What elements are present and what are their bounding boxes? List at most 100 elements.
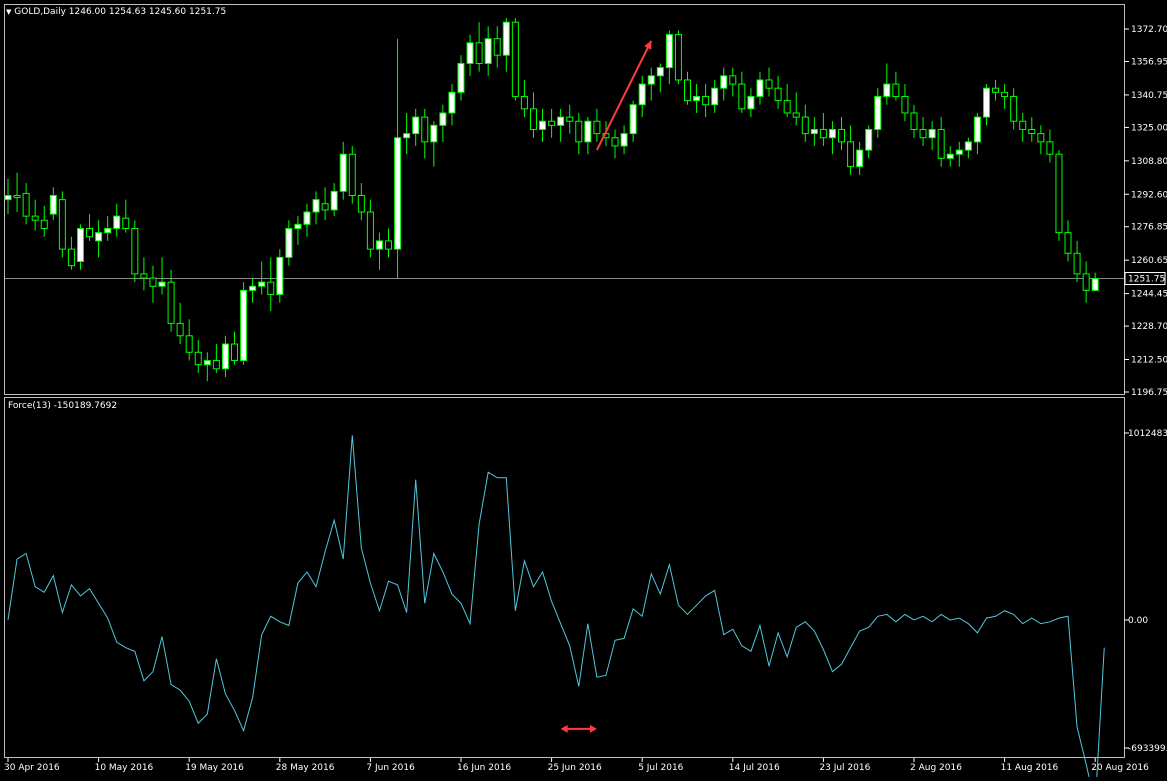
candle-body [838,128,846,143]
candle-body [1073,252,1081,275]
candle [693,84,701,113]
candle [421,108,429,159]
candle-body [484,38,492,64]
time-tick-label: 30 Apr 2016 [4,763,60,773]
candle-body [31,215,39,221]
price-tick-label: 1244.45 [1131,290,1167,300]
symbol-header: ▼ GOLD,Daily 1246.00 1254.63 1245.60 125… [6,7,226,17]
candle-body [357,194,365,213]
candle-body [1064,232,1072,254]
candle [285,220,293,266]
price-pane-border [4,4,1125,395]
time-tick-label: 19 May 2016 [185,763,244,773]
candle [847,125,855,175]
candle [801,104,809,142]
current-price-label: 1251.75 [1128,275,1165,285]
candle-body [946,153,954,159]
candle [828,121,836,155]
candle-body [1028,128,1036,135]
candle [1001,84,1009,109]
candle [176,302,184,345]
candle [339,141,347,200]
candle [267,257,275,312]
double-arrow-head-right [589,724,597,733]
candle [964,137,972,159]
price-tick-label: 1228.70 [1131,322,1167,332]
candle [31,199,39,231]
candle [883,63,891,105]
candle [194,339,202,373]
candle-body [1019,120,1027,130]
chart-canvas[interactable]: 1372.70 1356.95 1340.75 1325.00 1308.80 1292.… [0,0,1167,781]
candle [865,125,873,159]
candle-body [711,87,719,106]
candle [665,30,673,85]
candle [40,205,48,237]
candle-body [792,112,800,118]
time-tick-label: 11 Aug 2016 [1001,763,1059,773]
candle [203,352,211,382]
candle-body [955,149,963,155]
candle [439,104,447,142]
time-tick-label: 14 Jul 2016 [729,763,780,773]
candle-body [249,285,257,291]
dropdown-triangle-icon[interactable]: ▼ [6,8,11,16]
candle-body [611,137,619,147]
candle [1028,117,1036,142]
time-tick-label: 2 Aug 2016 [910,763,962,773]
candle [294,216,302,246]
candle [366,199,374,258]
candle [1073,240,1081,283]
force-tick-label: -693399.4 [1128,744,1167,754]
candle-body [638,83,646,106]
candle [973,112,981,155]
candle [674,30,682,85]
candle-body [221,343,229,370]
candle [747,88,755,118]
candle [1082,261,1090,303]
chart-window[interactable]: 1372.70 1356.95 1340.75 1325.00 1308.80 1292.… [0,0,1167,781]
candle [4,178,12,215]
candle-body [4,194,12,201]
candle [412,108,420,146]
candle-body [385,240,393,250]
force-tick-label: 0.00 [1128,616,1148,626]
candle [765,67,773,97]
price-tick-label: 1372.70 [1131,25,1167,35]
candle-body [231,343,238,362]
candle [394,38,402,279]
candle [385,228,393,258]
candle-body [684,79,691,102]
candle [539,108,547,142]
candle-body [330,190,338,211]
candle [620,125,628,155]
force-line [7,435,1105,781]
candle-body [149,277,157,287]
candle [1010,88,1018,130]
candle-body [493,38,501,56]
candle [874,88,882,138]
candle [1046,129,1054,163]
candle-body [1001,91,1009,97]
candle [484,26,492,76]
candle-body [448,91,456,114]
candle-body [1010,95,1018,122]
candle-body [113,215,121,230]
candle-body [964,141,972,151]
candle [13,172,21,212]
candle [430,121,438,167]
candle [511,18,519,101]
candle-body [511,21,519,97]
candle [1019,112,1027,142]
candle-body [67,248,75,267]
candle-body [140,273,148,279]
candle [249,278,257,303]
candle [901,84,909,122]
time-tick-label: 5 Jul 2016 [638,763,683,773]
candle-body [167,281,175,324]
candle-body [593,120,601,135]
price-tick-label: 1276.85 [1131,223,1167,233]
candle-body [548,120,556,126]
candle [982,84,990,126]
candle-body [928,128,936,139]
